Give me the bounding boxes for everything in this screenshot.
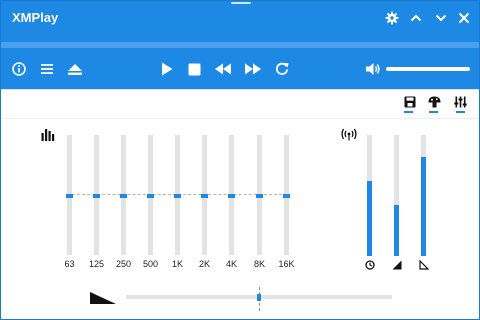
volume-slider[interactable] [386,67,470,71]
eject-icon [68,63,82,75]
equalizer-mode-indicator [456,111,465,113]
drag-grip[interactable] [231,2,251,4]
eq-band-thumb[interactable] [147,194,154,198]
effect-meter-slider[interactable] [367,135,372,256]
eq-band-thumb[interactable] [228,194,235,198]
eq-band-slider[interactable] [66,135,73,255]
eq-band-label: 1K [171,259,183,269]
eq-band-slider[interactable] [256,135,263,255]
eject-button[interactable] [63,57,87,81]
eq-band-thumb[interactable] [120,194,127,198]
rewind-button[interactable] [211,57,235,81]
restore-button[interactable] [430,7,452,29]
rewind-icon [215,63,231,75]
outline-triangle-icon [419,260,429,270]
eq-band-slider[interactable] [201,135,208,255]
save-preset-button[interactable] [402,94,418,110]
menu-button[interactable] [35,57,59,81]
play-icon [162,62,173,76]
eq-band-slider[interactable] [147,135,154,255]
info-icon [12,62,26,76]
eq-band-label: 4K [225,259,237,269]
fast-forward-button[interactable] [241,57,265,81]
effect-meter-slider[interactable] [394,135,399,256]
eq-band-label: 125 [88,259,105,269]
eq-band-thumb[interactable] [93,194,100,198]
stop-button[interactable] [182,57,206,81]
stop-icon [188,63,200,75]
clock-icon [365,260,375,270]
eq-band-label: 16K [278,259,295,269]
eq-band-label: 250 [115,259,132,269]
chevron-down-icon [435,14,447,22]
mute-button[interactable] [361,57,385,81]
eq-band-slider[interactable] [283,135,290,255]
info-button[interactable] [7,57,31,81]
repeat-icon [275,62,289,75]
fast-forward-icon [245,63,261,75]
chevron-up-icon [410,14,422,22]
play-button[interactable] [155,57,179,81]
eq-band-slider[interactable] [228,135,235,255]
effects-mode-indicator [429,111,438,113]
wedge-icon [90,292,116,304]
eq-band-label: 2K [198,259,210,269]
app-title: XMPlay [12,10,59,25]
effect-meter-fill [367,181,372,256]
xmplay-window: XMPlay 63 125 250 500 1K 2K 4K 8K 16K [0,0,480,320]
eq-band-thumb[interactable] [66,194,73,198]
balance-thumb[interactable] [257,294,261,301]
settings-button[interactable] [381,7,403,29]
save-icon [404,96,416,108]
panel-divider [2,118,478,119]
eq-band-slider[interactable] [174,135,181,255]
close-button[interactable] [453,7,475,29]
title-bar[interactable]: XMPlay [1,1,479,42]
save-preset-indicator [404,111,413,113]
menu-icon [41,64,53,74]
eq-band-slider[interactable] [120,135,127,255]
divider [1,89,479,90]
eq-band-thumb[interactable] [256,194,263,198]
effect-meter-fill [421,157,426,256]
gear-icon [385,11,399,25]
eq-band-slider[interactable] [93,135,100,255]
eq-band-thumb[interactable] [174,194,181,198]
eq-band-label: 63 [64,259,75,269]
eq-band-label: 500 [142,259,159,269]
eq-band-label: 8K [253,259,265,269]
eq-band-thumb[interactable] [283,194,290,198]
volume-icon [366,63,380,75]
equalizer-mode-button[interactable] [452,94,468,110]
effect-meter-fill [394,205,399,256]
repeat-button[interactable] [270,57,294,81]
filled-triangle-icon [392,260,402,270]
mushroom-icon [428,96,440,108]
equalizer-bars-icon [41,129,55,141]
eq-band-thumb[interactable] [201,194,208,198]
antenna-signal-icon [341,128,357,141]
close-icon [458,12,470,24]
effect-meter-slider[interactable] [421,135,426,256]
minimize-button[interactable] [405,7,427,29]
sliders-icon [453,96,467,108]
effects-mode-button[interactable] [426,94,442,110]
